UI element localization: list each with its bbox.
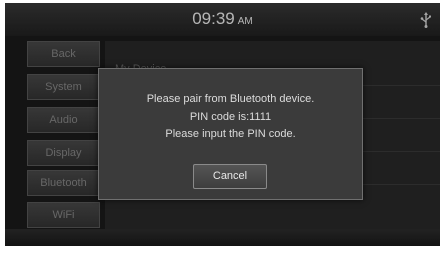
dialog-message-line1: Please pair from Bluetooth device. [146,93,315,105]
pairing-dialog: Please pair from Bluetooth device. PIN c… [98,68,363,200]
head-unit-screen: 09:39 AM Back System Audio Display Blueto… [5,3,440,246]
dialog-message-line2: PIN code is:1111 [189,111,272,123]
dialog-message-line3: Please input the PIN code. [165,128,296,140]
cancel-button[interactable]: Cancel [193,164,267,189]
